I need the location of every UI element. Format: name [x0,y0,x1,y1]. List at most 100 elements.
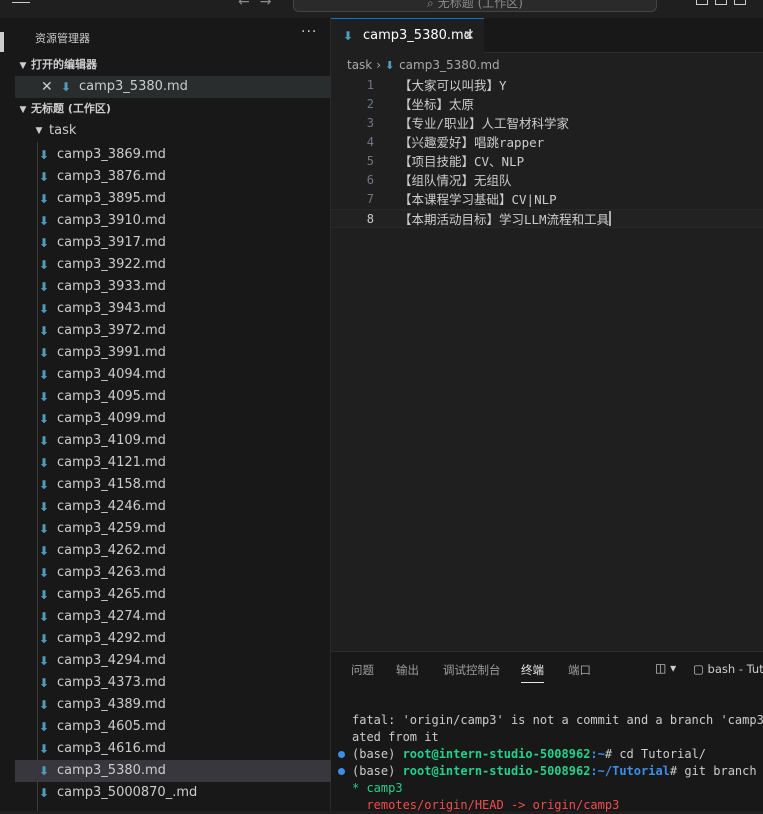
file-item[interactable]: ⬇ camp3_4274.md [15,606,331,628]
code-line[interactable]: 8 【本期活动目标】学习LLM流程和工具 [331,209,763,228]
file-item[interactable]: ⬇ camp3_3933.md [15,276,331,298]
file-label: camp3_5000870_.md [57,785,198,800]
terminal-output[interactable]: fatal: 'origin/camp3' is not a commit an… [331,712,763,814]
file-label: camp3_4099.md [57,411,166,426]
tab-problems[interactable]: 问题 [351,662,374,678]
file-item[interactable]: ⬇ camp3_4389.md [15,694,331,716]
line-number: 4 [366,135,374,149]
file-item[interactable]: ⬇ camp3_3917.md [15,232,331,254]
markdown-file-icon: ⬇ [39,214,50,228]
file-label: camp3_4246.md [57,499,166,514]
file-item[interactable]: ⬇ camp3_4246.md [15,496,331,518]
command-decoration-icon[interactable] [338,768,345,775]
tab-output[interactable]: 输出 [396,662,419,678]
file-item[interactable]: ⬇ camp3_3991.md [15,342,331,364]
markdown-file-icon: ⬇ [39,236,50,250]
code-line[interactable]: 5 【项目技能】CV、NLP [331,152,763,171]
file-item[interactable]: ⬇ camp3_4259.md [15,518,331,540]
line-number: 5 [366,154,374,168]
file-label: camp3_4263.md [57,565,166,580]
folder-label: task [49,123,77,138]
file-item[interactable]: ⬇ camp3_4294.md [15,650,331,672]
tab-terminal[interactable]: 终端 [521,662,544,683]
code-line[interactable]: 6 【组队情况】无组队 [331,171,763,190]
file-label: camp3_3876.md [57,169,166,184]
more-actions-icon[interactable]: ··· [301,24,317,40]
back-arrow-icon[interactable]: ← [238,0,260,10]
code-line[interactable]: 7 【本课程学习基础】CV|NLP [331,190,763,209]
file-item[interactable]: ⬇ camp3_4109.md [15,430,331,452]
close-icon[interactable]: ✕ [41,76,53,98]
hamburger-menu-icon[interactable] [12,0,30,8]
code-editor[interactable]: 1 【大家可以叫我】Y 2 【坐标】太原 3 【专业/职业】人工智材科学家 4 【兴趣爱好】唱… [331,76,763,228]
terminal-label: bash - Tutorial [707,662,763,676]
command-decoration-icon[interactable] [338,751,345,758]
folder-task[interactable]: ▼ task [15,120,331,142]
file-item[interactable]: ⬇ camp3_4605.md [15,716,331,738]
navigation-arrows: ←→ [238,0,281,10]
file-item[interactable]: ⬇ camp3_4095.md [15,386,331,408]
file-item[interactable]: ⬇ camp3_4263.md [15,562,331,584]
file-item[interactable]: ⬇ camp3_3876.md [15,166,331,188]
line-text: 【项目技能】CV、NLP [399,154,525,169]
forward-arrow-icon[interactable]: → [260,0,282,10]
file-label: camp3_3991.md [57,345,166,360]
search-icon: ⌕ [427,0,434,10]
code-line[interactable]: 3 【专业/职业】人工智材科学家 [331,114,763,133]
markdown-file-icon: ⬇ [39,544,50,558]
explorer-active-indicator[interactable] [0,32,4,52]
command-center-search[interactable]: ⌕ 无标题 (工作区) [293,0,657,12]
terminal-line: (base) root@intern-studio-5008962:~/Tuto… [331,763,763,780]
file-item[interactable]: ⬇ camp3_3922.md [15,254,331,276]
file-item[interactable]: ⬇ camp3_3895.md [15,188,331,210]
command-center-label: 无标题 (工作区) [437,0,523,10]
open-editors-section[interactable]: ▼ 打开的编辑器 [15,54,331,76]
tab-ports[interactable]: 端口 [568,662,591,678]
file-item[interactable]: ⬇ camp3_5380.md [15,760,331,782]
file-item[interactable]: ⬇ camp3_4616.md [15,738,331,760]
toggle-sidebar-icon[interactable] [696,0,708,5]
line-text: 【本期活动目标】学习LLM流程和工具 [399,212,610,227]
terminal-line: remotes/origin/HEAD -> origin/camp3 [352,798,620,812]
explorer-title: 资源管理器 [35,32,90,45]
workspace-section[interactable]: ▼ 无标题 (工作区) [15,98,331,120]
file-item[interactable]: ⬇ camp3_4094.md [15,364,331,386]
file-label: camp3_3895.md [57,191,166,206]
file-label: camp3_4265.md [57,587,166,602]
file-item[interactable]: ⬇ camp3_3943.md [15,298,331,320]
code-line[interactable]: 1 【大家可以叫我】Y [331,76,763,95]
file-label: camp3_4294.md [57,653,166,668]
explorer-sidebar: 资源管理器 ··· ▼ 打开的编辑器 ✕ ⬇ camp3_5380.md ▼ 无标题… [15,18,331,811]
file-item[interactable]: ⬇ camp3_3972.md [15,320,331,342]
file-item[interactable]: ⬇ camp3_4099.md [15,408,331,430]
text-cursor [609,211,612,226]
file-item[interactable]: ⬇ camp3_5000870_.md [15,782,331,804]
breadcrumb-folder[interactable]: task [347,58,372,72]
tab-debug-console[interactable]: 调试控制台 [443,662,501,678]
file-label: camp3_3910.md [57,213,166,228]
editor-tab-active[interactable]: ⬇ camp3_5380.md ✕ [331,18,484,53]
file-item[interactable]: ⬇ camp3_3869.md [15,144,331,166]
file-label: camp3_4158.md [57,477,166,492]
file-item[interactable]: ⬇ camp3_4121.md [15,452,331,474]
file-label: camp3_3943.md [57,301,166,316]
file-item[interactable]: ⬇ camp3_3910.md [15,210,331,232]
split-terminal-icon[interactable]: ◫ ▾ [655,661,676,675]
markdown-file-icon: ⬇ [39,786,50,800]
file-item[interactable]: ⬇ camp3_4292.md [15,628,331,650]
file-item[interactable]: ⬇ camp3_4262.md [15,540,331,562]
toggle-secondary-sidebar-icon[interactable] [734,0,746,5]
close-tab-icon[interactable]: ✕ [463,19,475,53]
open-editor-item[interactable]: ✕ ⬇ camp3_5380.md [15,76,331,98]
line-text: 【组队情况】无组队 [399,173,512,188]
markdown-file-icon: ⬇ [39,720,50,734]
file-item[interactable]: ⬇ camp3_4158.md [15,474,331,496]
terminal-instance[interactable]: ▢ bash - Tutorial [693,662,763,676]
breadcrumb-file[interactable]: camp3_5380.md [399,58,500,72]
file-item[interactable]: ⬇ camp3_4265.md [15,584,331,606]
code-line[interactable]: 4 【兴趣爱好】唱跳rapper [331,133,763,152]
file-item[interactable]: ⬇ camp3_4373.md [15,672,331,694]
code-line[interactable]: 2 【坐标】太原 [331,95,763,114]
toggle-panel-icon[interactable] [715,0,727,5]
line-text: 【专业/职业】人工智材科学家 [399,116,570,131]
